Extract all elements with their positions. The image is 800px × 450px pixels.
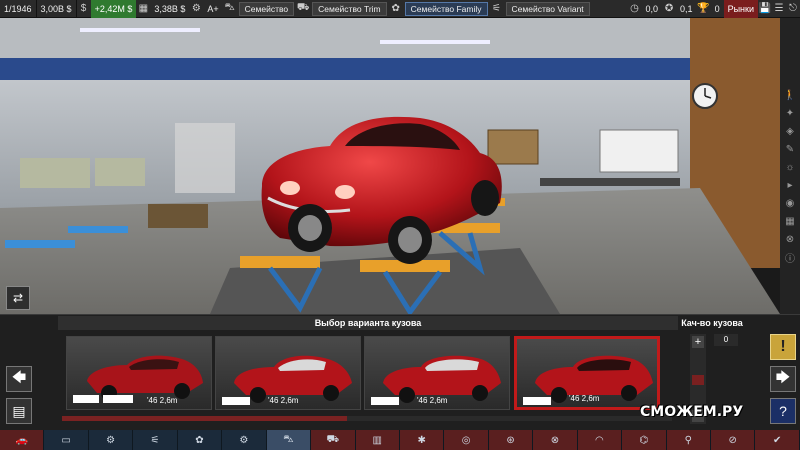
walk-icon[interactable]: 🚶 xyxy=(783,88,797,102)
expand-icon[interactable]: ▸ xyxy=(783,178,797,192)
car-model-icon[interactable]: ⛍ xyxy=(223,2,237,16)
test-track-icon[interactable]: ⊘ xyxy=(711,430,756,450)
light-icon[interactable]: ☼ xyxy=(783,160,797,174)
year-display: 1/1946 xyxy=(0,0,37,18)
watermark-logo: СМОЖЕМ.РУ xyxy=(640,404,744,420)
next-button[interactable]: 🡆 xyxy=(770,366,796,392)
variant-label-3: '46 2,6m xyxy=(417,396,448,405)
variant-car-1-image xyxy=(73,355,203,403)
save-icon[interactable]: 💾 xyxy=(758,2,772,16)
quality-value: 0 xyxy=(714,334,738,346)
arrow-left-icon: 🡄 xyxy=(11,369,27,385)
top-bar: 1/1946 3,00B $ $ +2,42M $ ▦ 3,38B $ ⚙ A+… xyxy=(0,0,800,18)
trophy-icon[interactable]: 🏆 xyxy=(697,2,711,16)
car-trim-icon[interactable]: ⛟ xyxy=(296,2,310,16)
fixtures-icon[interactable]: ✱ xyxy=(399,430,445,450)
right-toolstrip: 🚶 ✦ ◈ ✎ ☼ ▸ ◉ ▦ ⊗ ⓘ xyxy=(780,18,800,314)
menu-icon[interactable]: ☰ xyxy=(772,2,786,16)
cash-display: 3,00B $ xyxy=(37,0,77,18)
engine-icon[interactable]: ✿ xyxy=(389,2,403,16)
exit-icon[interactable]: ⎋ xyxy=(786,2,800,16)
rating-icon[interactable]: ⚙ xyxy=(189,2,203,16)
tab-family-family[interactable]: Семейство Family xyxy=(404,1,488,16)
wheels-icon[interactable]: ⊛ xyxy=(488,430,534,450)
garage-scene[interactable] xyxy=(0,18,800,314)
rating-display: A+ xyxy=(207,3,219,14)
info-icon[interactable]: ⓘ xyxy=(783,250,797,265)
variant-card-4[interactable]: '46 2,6m xyxy=(514,336,660,410)
variant-scroll-thumb[interactable] xyxy=(62,416,347,421)
variant-label-4: '46 2,6m xyxy=(569,394,600,403)
help-button[interactable]: ? xyxy=(770,398,796,424)
stat-1: 0,0 xyxy=(645,3,659,14)
cancel-icon[interactable]: ⊗ xyxy=(783,232,797,246)
panel-title: Выбор варианта кузова xyxy=(58,316,678,330)
chassis-icon[interactable]: ⚙ xyxy=(89,430,134,450)
clock-icon[interactable]: ◷ xyxy=(628,2,642,16)
car-trim-icon[interactable]: ⛟ xyxy=(311,430,356,450)
view-toggle-icon: ⇄ xyxy=(12,291,24,305)
brakes-icon[interactable]: ◎ xyxy=(444,430,489,450)
car-body-icon[interactable]: 🚗 xyxy=(0,430,45,450)
tab-family-model[interactable]: Семейство xyxy=(238,1,295,16)
variant-card-1[interactable]: '46 2,6m xyxy=(66,336,212,410)
folder-icon[interactable]: ▭ xyxy=(44,430,89,450)
grid-icon[interactable]: ▦ xyxy=(783,214,797,228)
dollar-icon[interactable]: $ xyxy=(77,2,91,16)
stat-2: 0,1 xyxy=(680,3,693,14)
paint-icon[interactable]: ◈ xyxy=(783,124,797,138)
variant-icon[interactable]: ⚟ xyxy=(490,2,504,16)
quality-level-indicator xyxy=(692,375,704,386)
safety-icon[interactable]: ⊗ xyxy=(533,430,578,450)
warning-button[interactable]: ! xyxy=(770,334,796,360)
engine-bay-icon[interactable]: ✿ xyxy=(178,430,223,450)
variant-label-2: '46 2,6m xyxy=(268,396,299,405)
wrench-icon[interactable]: ✎ xyxy=(783,142,797,156)
help-icon: ? xyxy=(779,403,787,419)
quality-title: Кач-во кузова xyxy=(681,318,743,328)
interior-icon[interactable]: ▥ xyxy=(355,430,400,450)
income-display: +2,42M $ xyxy=(90,0,137,18)
gearbox-icon[interactable]: ⚙ xyxy=(222,430,267,450)
aero-icon[interactable]: ◠ xyxy=(577,430,623,450)
tool-icon[interactable]: ✦ xyxy=(783,106,797,120)
garage-render xyxy=(0,18,800,314)
view-toggle-button[interactable]: ⇄ xyxy=(6,286,30,310)
variant-label-1: '46 2,6m xyxy=(147,396,178,405)
warning-icon: ! xyxy=(780,338,786,355)
arrow-right-icon: 🡆 xyxy=(775,369,791,385)
variant-card-3[interactable]: '46 2,6m xyxy=(364,336,510,410)
stat-3: 0 xyxy=(714,3,720,14)
loan-display: 3,38B $ xyxy=(154,3,186,14)
bottom-toolbar: 🚗 ▭ ⚙ ⚟ ✿ ⚙ ⛍ ⛟ ▥ ✱ ◎ ⊛ ⊗ ◠ ⌬ ⚲ ⊘ ✔ xyxy=(0,430,800,450)
tab-family-trim[interactable]: Семейство Trim xyxy=(312,1,387,16)
body-variant-icon[interactable]: ⛍ xyxy=(266,430,312,450)
prev-button[interactable]: 🡄 xyxy=(6,366,32,392)
done-check-icon[interactable]: ✔ xyxy=(755,430,800,450)
drivetrain-icon[interactable]: ⚲ xyxy=(666,430,711,450)
variant-card-2[interactable]: '46 2,6m xyxy=(215,336,361,410)
camera-icon[interactable]: ◉ xyxy=(783,196,797,210)
compare-button[interactable]: ▤ xyxy=(6,398,32,424)
steering-icon[interactable]: ⌬ xyxy=(622,430,667,450)
markets-button[interactable]: Рынки xyxy=(723,0,758,18)
suspension-icon[interactable]: ⚟ xyxy=(133,430,178,450)
quality-increase-button[interactable]: + xyxy=(692,336,704,348)
compare-icon: ▤ xyxy=(12,402,26,419)
loan-icon[interactable]: ▦ xyxy=(136,2,150,16)
badge-icon[interactable]: ✪ xyxy=(662,2,676,16)
tab-family-variant[interactable]: Семейство Variant xyxy=(505,1,590,16)
